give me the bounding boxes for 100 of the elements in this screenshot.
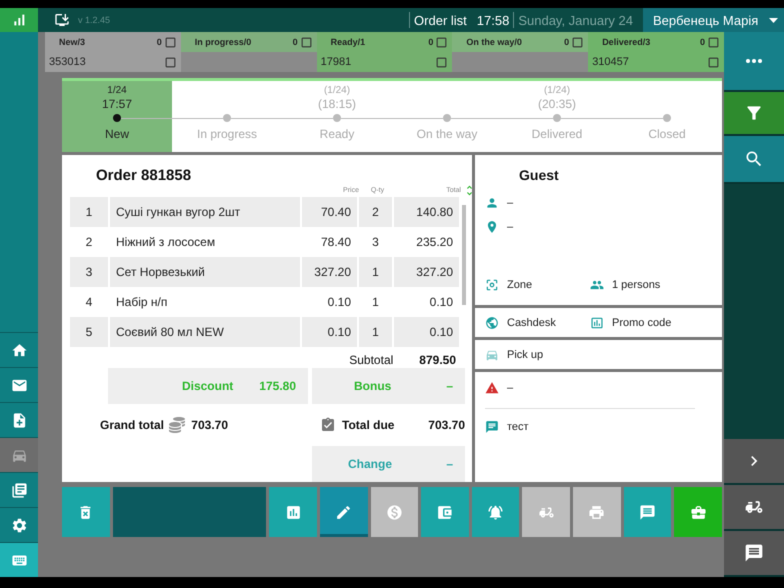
step-date: (1/24)	[324, 85, 350, 97]
edit-icon	[335, 504, 352, 520]
cashdesk-label: Cashdesk	[507, 316, 556, 328]
order-cell[interactable]	[452, 52, 588, 72]
table-cell: 327.20	[394, 257, 459, 287]
bell-icon	[487, 504, 504, 520]
page-title: Order list	[414, 12, 467, 28]
location-icon	[485, 220, 499, 234]
comment-icon	[485, 420, 499, 434]
column-header[interactable]: On the way/0 0	[452, 32, 588, 52]
version-label: v 1.2.45	[78, 15, 110, 25]
column-header[interactable]: Ready/1 0	[316, 32, 452, 52]
more-icon	[746, 59, 762, 63]
table-cell: 0.10	[302, 317, 357, 347]
chat-icon	[639, 504, 656, 520]
user-dropdown[interactable]: Вербенець Марія	[643, 8, 784, 32]
discount-value: 175.80	[259, 379, 296, 393]
table-cell: 5	[70, 317, 108, 347]
table-cell: 327.20	[302, 257, 357, 287]
clock-time: 17:58	[476, 12, 510, 28]
comment-text: тест	[507, 421, 529, 433]
bonus-label: Bonus	[354, 379, 392, 393]
guest-name: –	[507, 197, 514, 209]
column-count: 0	[156, 37, 162, 47]
column-header[interactable]: In progress/0 0	[180, 32, 317, 52]
report-button[interactable]	[269, 487, 317, 537]
guest-address: –	[507, 221, 514, 233]
nav-button[interactable]	[0, 437, 38, 472]
grand-total-label: Grand total	[100, 418, 164, 432]
monitor-icon	[54, 12, 70, 28]
checkbox-icon	[164, 36, 177, 48]
table-cell: Сет Норвезький	[110, 257, 300, 287]
delivery-button[interactable]	[724, 485, 784, 531]
checkbox-icon	[435, 56, 448, 68]
step-time: (18:15)	[318, 97, 356, 112]
step-label: Delivered	[532, 127, 582, 141]
notify-button[interactable]	[472, 487, 520, 537]
edit-button[interactable]	[320, 487, 368, 537]
checkbox-icon	[435, 36, 448, 48]
guest-title: Guest	[519, 167, 560, 183]
search-button[interactable]	[724, 136, 784, 184]
order-cell[interactable]	[180, 52, 317, 72]
change-label: Change	[348, 457, 392, 471]
column-header[interactable]: New/3 0	[45, 32, 181, 52]
delete-button[interactable]	[62, 487, 110, 537]
bonus-value: –	[446, 379, 453, 393]
column-count: 0	[700, 37, 705, 47]
settings-icon	[10, 516, 28, 534]
subtotal-value: 879.50	[419, 353, 456, 368]
order-cell[interactable]: 17981	[316, 52, 452, 72]
column-title: On the way/0	[466, 37, 522, 47]
subtotal-label: Subtotal	[349, 353, 394, 368]
globe-icon	[485, 316, 499, 330]
table-cell: 70.40	[302, 197, 357, 227]
table-cell: Соєвий 80 мл NEW	[110, 317, 300, 347]
table-cell: 0.10	[394, 317, 459, 347]
total-due-label: Total due	[342, 418, 394, 432]
filter-button[interactable]	[724, 92, 784, 136]
table-cell: 1	[359, 257, 392, 287]
table-cell: 2	[359, 197, 392, 227]
column-count: 0	[428, 37, 434, 47]
signal-button[interactable]	[0, 8, 38, 32]
column-count: 0	[292, 37, 298, 47]
order-cell[interactable]: 353013	[45, 52, 181, 72]
alert-text: –	[507, 382, 514, 394]
warning-icon	[485, 381, 499, 395]
persons-count: 1 persons	[612, 279, 660, 291]
home-icon	[10, 342, 28, 358]
table-cell: 3	[70, 257, 108, 287]
column-title: In progress/0	[194, 37, 252, 47]
pickup-label: Pick up	[507, 348, 544, 360]
table-cell: 1	[359, 317, 392, 347]
discount-label: Discount	[182, 379, 234, 393]
checkbox-icon	[300, 36, 313, 48]
dropdown-arrow-icon	[769, 18, 778, 22]
zone-icon	[485, 278, 499, 292]
step-label: Ready	[320, 127, 354, 141]
chat-button[interactable]	[724, 531, 784, 577]
column-title: New/3	[59, 37, 86, 47]
people-icon	[590, 278, 604, 292]
column-count: 0	[564, 37, 570, 47]
wallet-icon	[436, 504, 454, 520]
order-title: Order 881858	[96, 167, 192, 184]
order-cell[interactable]: 310457	[588, 52, 724, 72]
documents-icon	[10, 482, 28, 498]
table-cell: 140.80	[394, 197, 459, 227]
column-title: Delivered/3	[602, 37, 650, 47]
print-icon	[588, 504, 606, 520]
bag-icon	[690, 504, 707, 520]
coins-icon	[169, 417, 186, 433]
step-date: (1/24)	[544, 85, 570, 97]
wallet-button[interactable]	[421, 487, 469, 537]
step-time: (20:35)	[538, 97, 576, 112]
clipboard-check-icon	[320, 417, 336, 433]
nav-button[interactable]	[0, 542, 38, 577]
comment-button[interactable]	[624, 487, 672, 537]
coin-icon	[386, 504, 403, 520]
column-header[interactable]: Delivered/3 0	[588, 32, 724, 52]
checkbox-icon	[707, 56, 720, 68]
order-number: 353013	[49, 56, 86, 68]
